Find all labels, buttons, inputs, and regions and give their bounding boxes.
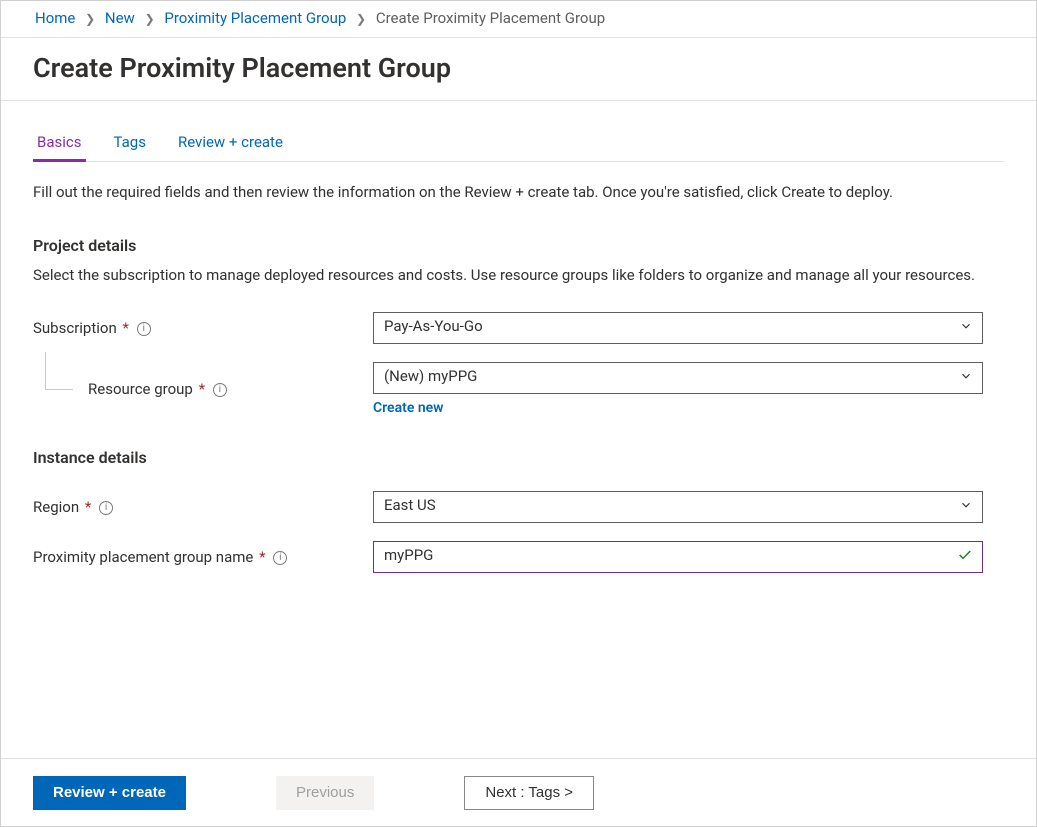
breadcrumb-current: Create Proximity Placement Group [376, 9, 605, 27]
chevron-right-icon: ❯ [356, 12, 366, 26]
tab-bar: Basics Tags Review + create [33, 127, 1004, 162]
resource-group-select[interactable]: (New) myPPG [373, 362, 983, 394]
chevron-right-icon: ❯ [145, 12, 155, 26]
required-marker: * [122, 319, 128, 337]
tab-basics[interactable]: Basics [33, 127, 86, 161]
footer-bar: Review + create Previous Next : Tags > [1, 758, 1036, 826]
info-icon[interactable]: i [213, 383, 227, 397]
info-icon[interactable]: i [273, 551, 287, 565]
section-title-project: Project details [33, 236, 1004, 255]
page-title: Create Proximity Placement Group [1, 38, 1036, 101]
breadcrumb-new[interactable]: New [105, 9, 135, 27]
next-button[interactable]: Next : Tags > [464, 776, 594, 810]
label-ppg-name-text: Proximity placement group name [33, 548, 253, 566]
subscription-select[interactable]: Pay-As-You-Go [373, 312, 983, 344]
previous-button: Previous [276, 776, 374, 810]
required-marker: * [199, 380, 205, 398]
label-region-text: Region [33, 498, 79, 516]
label-subscription-text: Subscription [33, 319, 117, 337]
info-icon[interactable]: i [137, 322, 151, 336]
checkmark-icon [957, 547, 973, 567]
create-new-link[interactable]: Create new [373, 400, 444, 416]
tab-tags[interactable]: Tags [110, 127, 150, 161]
label-subscription: Subscription * i [33, 319, 373, 337]
breadcrumb: Home ❯ New ❯ Proximity Placement Group ❯… [1, 1, 1036, 38]
required-marker: * [259, 548, 265, 566]
tree-connector [45, 352, 73, 390]
info-icon[interactable]: i [99, 501, 113, 515]
section-title-instance: Instance details [33, 448, 1004, 467]
label-region: Region * i [33, 498, 373, 516]
label-ppg-name: Proximity placement group name * i [33, 548, 373, 566]
ppg-name-input[interactable]: myPPG [373, 541, 983, 573]
breadcrumb-ppg[interactable]: Proximity Placement Group [164, 9, 346, 27]
intro-text: Fill out the required fields and then re… [33, 182, 1003, 204]
section-desc-project: Select the subscription to manage deploy… [33, 265, 1003, 286]
label-resource-group: Resource group * i [33, 380, 373, 398]
region-select[interactable]: East US [373, 491, 983, 523]
review-create-button[interactable]: Review + create [33, 776, 186, 810]
label-resource-group-text: Resource group [88, 380, 193, 398]
required-marker: * [85, 498, 91, 516]
breadcrumb-home[interactable]: Home [35, 9, 75, 27]
chevron-right-icon: ❯ [85, 12, 95, 26]
tab-review[interactable]: Review + create [174, 127, 287, 161]
